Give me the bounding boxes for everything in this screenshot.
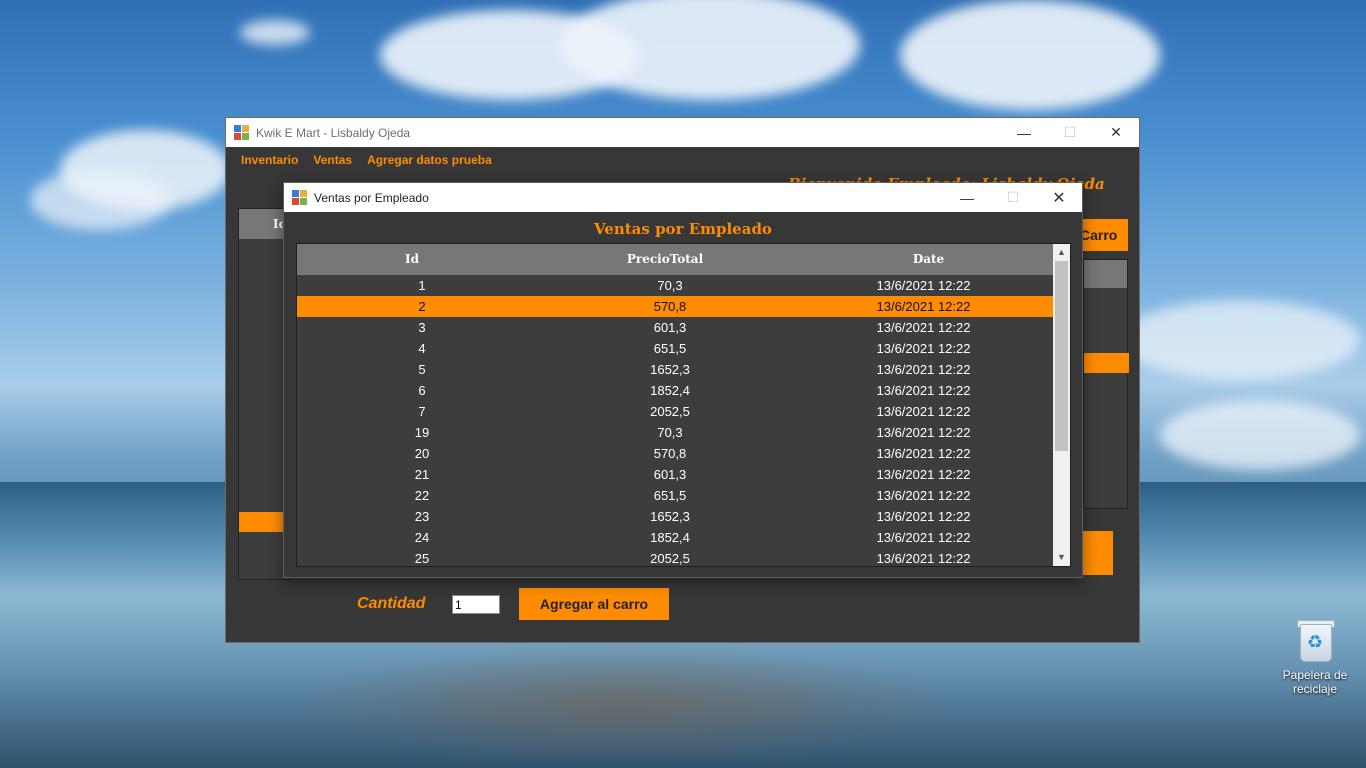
dialog-heading: Ventas por Empleado [594, 220, 772, 238]
cantidad-label: Cantidad [357, 595, 426, 612]
cell-preciototal: 601,3 [653, 467, 687, 482]
cell-date: 13/6/2021 12:22 [876, 278, 971, 293]
cell-id: 25 [414, 551, 430, 566]
cell-date: 13/6/2021 12:22 [876, 299, 971, 314]
cell-preciototal: 1852,4 [650, 383, 690, 398]
cell-date: 13/6/2021 12:22 [876, 404, 971, 419]
cell-preciototal: 70,3 [657, 425, 683, 440]
cell-id: 24 [414, 530, 430, 545]
cell-preciototal: 651,5 [653, 488, 687, 503]
checkout-button[interactable] [1083, 531, 1113, 575]
cell-preciototal: 2052,5 [650, 404, 690, 419]
vertical-scrollbar[interactable]: ▲ ▼ [1053, 244, 1070, 566]
cart-selected-row[interactable] [1084, 353, 1129, 373]
cell-id: 20 [414, 446, 430, 461]
table-row[interactable]: 19 70,3 13/6/2021 12:22 [297, 422, 1054, 443]
recycle-bin-shortcut[interactable]: ♻ Papelera de reciclaje [1270, 618, 1360, 696]
scroll-down-icon[interactable]: ▼ [1053, 549, 1070, 566]
cell-preciototal: 651,5 [653, 341, 687, 356]
cell-preciototal: 601,3 [653, 320, 687, 335]
cell-preciototal: 70,3 [657, 278, 683, 293]
cell-id: 3 [418, 320, 426, 335]
cell-date: 13/6/2021 12:22 [876, 341, 971, 356]
menu-inventario[interactable]: Inventario [241, 153, 298, 167]
table-row[interactable]: 24 1852,4 13/6/2021 12:22 [297, 527, 1054, 548]
table-row[interactable]: 21 601,3 13/6/2021 12:22 [297, 464, 1054, 485]
minimize-icon[interactable]: — [944, 183, 990, 212]
maximize-icon[interactable]: ☐ [1047, 118, 1093, 147]
table-row[interactable]: 7 2052,5 13/6/2021 12:22 [297, 401, 1054, 422]
cell-id: 1 [418, 278, 426, 293]
menu-agregar-datos-prueba[interactable]: Agregar datos prueba [367, 153, 492, 167]
cell-id: 6 [418, 383, 426, 398]
agregar-al-carro-button[interactable]: Agregar al carro [519, 588, 669, 620]
cell-preciototal: 2052,5 [650, 551, 690, 566]
cell-preciototal: 1852,4 [650, 530, 690, 545]
cell-id: 5 [418, 362, 426, 377]
cart-grid[interactable] [1083, 259, 1129, 509]
table-row[interactable]: 20 570,8 13/6/2021 12:22 [297, 443, 1054, 464]
cantidad-input[interactable] [452, 595, 500, 614]
cell-id: 7 [418, 404, 426, 419]
cell-id: 21 [414, 467, 430, 482]
cell-date: 13/6/2021 12:22 [876, 446, 971, 461]
cell-id: 22 [414, 488, 430, 503]
table-row[interactable]: 25 2052,5 13/6/2021 12:22 [297, 548, 1054, 566]
close-icon[interactable]: ✕ [1036, 183, 1082, 212]
ventas-grid[interactable]: Id PrecioTotal Date 1 70,3 13/6/2021 12:22… [296, 243, 1071, 567]
table-row[interactable]: 5 1652,3 13/6/2021 12:22 [297, 359, 1054, 380]
menu-ventas[interactable]: Ventas [313, 153, 352, 167]
maximize-icon[interactable]: ☐ [990, 183, 1036, 212]
menubar: Inventario Ventas Agregar datos prueba [226, 147, 1139, 173]
cell-preciototal: 570,8 [653, 299, 687, 314]
carro-button[interactable]: Carro [1078, 219, 1128, 251]
cell-preciototal: 570,8 [653, 446, 687, 461]
column-header-date[interactable]: Date [803, 244, 1054, 275]
close-icon[interactable]: ✕ [1093, 118, 1139, 147]
scrollbar-thumb[interactable] [1055, 261, 1068, 451]
cell-date: 13/6/2021 12:22 [876, 383, 971, 398]
cell-id: 23 [414, 509, 430, 524]
column-header-id[interactable]: Id [297, 244, 527, 275]
cell-id: 4 [418, 341, 426, 356]
cell-id: 2 [418, 299, 426, 314]
cart-grid-header [1084, 260, 1127, 288]
table-row[interactable]: 4 651,5 13/6/2021 12:22 [297, 338, 1054, 359]
main-window-title: Kwik E Mart - Lisbaldy Ojeda [256, 125, 411, 140]
app-icon [234, 124, 250, 141]
table-row[interactable]: 23 1652,3 13/6/2021 12:22 [297, 506, 1054, 527]
cell-date: 13/6/2021 12:22 [876, 530, 971, 545]
recycle-bin-label: Papelera de reciclaje [1282, 668, 1348, 696]
cell-preciototal: 1652,3 [650, 509, 690, 524]
column-header-preciototal[interactable]: PrecioTotal [527, 244, 803, 275]
table-row[interactable]: 6 1852,4 13/6/2021 12:22 [297, 380, 1054, 401]
main-window-titlebar[interactable]: Kwik E Mart - Lisbaldy Ojeda — ☐ ✕ [226, 118, 1139, 147]
cell-date: 13/6/2021 12:22 [876, 488, 971, 503]
dialog-titlebar[interactable]: Ventas por Empleado — ☐ ✕ [284, 183, 1082, 212]
cell-date: 13/6/2021 12:22 [876, 509, 971, 524]
cell-date: 13/6/2021 12:22 [876, 551, 971, 566]
minimize-icon[interactable]: — [1001, 118, 1047, 147]
table-row[interactable]: 2 570,8 13/6/2021 12:22 [297, 296, 1054, 317]
grid-header: Id PrecioTotal Date [297, 244, 1054, 275]
cell-date: 13/6/2021 12:22 [876, 362, 971, 377]
cell-id: 19 [414, 425, 430, 440]
table-row[interactable]: 3 601,3 13/6/2021 12:22 [297, 317, 1054, 338]
table-row[interactable]: 22 651,5 13/6/2021 12:22 [297, 485, 1054, 506]
recycle-bin-icon: ♻ [1296, 618, 1335, 662]
scroll-up-icon[interactable]: ▲ [1053, 244, 1070, 261]
cell-date: 13/6/2021 12:22 [876, 467, 971, 482]
app-icon [292, 189, 308, 206]
dialog-title: Ventas por Empleado [314, 190, 429, 205]
ventas-por-empleado-dialog: Ventas por Empleado — ☐ ✕ Ventas por Emp… [283, 182, 1083, 578]
table-row[interactable]: 1 70,3 13/6/2021 12:22 [297, 275, 1054, 296]
grid-body: 1 70,3 13/6/2021 12:22 2 570,8 13/6/2021 12:2… [297, 275, 1070, 566]
cell-date: 13/6/2021 12:22 [876, 320, 971, 335]
cell-date: 13/6/2021 12:22 [876, 425, 971, 440]
cell-preciototal: 1652,3 [650, 362, 690, 377]
